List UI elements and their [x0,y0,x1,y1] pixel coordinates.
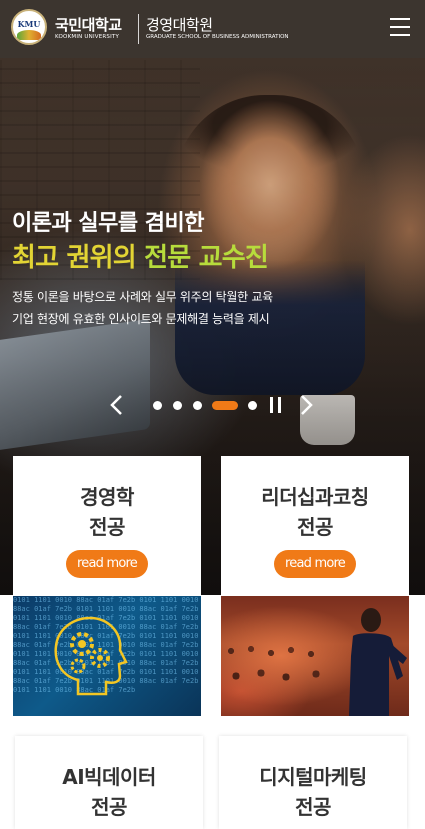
major-title-line1: AI빅데이터 [62,765,156,789]
major-title: AI빅데이터 전공 [15,762,203,822]
hero-headline-line2: 최고 권위의 전문 교수진 [12,237,269,274]
pause-icon [270,397,273,413]
audience-crowd [221,641,341,716]
major-image-speaker[interactable] [221,596,409,716]
slider-pause-button[interactable] [269,397,283,413]
major-card-leadership-coaching[interactable]: 리더십과코칭 전공 read more [221,456,409,596]
chevron-left-icon [110,395,122,415]
hamburger-menu-icon[interactable] [388,16,412,38]
hero-headline-line1: 이론과 실무를 겸비한 [12,211,204,236]
slider-dot-4-active[interactable] [212,401,238,410]
school-name-ko[interactable]: 경영대학원 [146,14,213,35]
major-image-ai[interactable]: 0101 1101 0010 88ac 01af 7e2b 0101 1101 … [13,596,201,716]
slider-dot-3[interactable] [193,401,202,410]
hero-headline-highlight-1: 최고 권위의 [12,243,145,273]
speaker-silhouette [349,608,407,716]
hero-description-line1: 정통 이론을 바탕으로 사례와 실무 위주의 탁월한 교육 [12,290,273,304]
logo-divider [138,14,139,44]
chevron-right-icon [301,395,313,415]
major-title-line1: 경영학 [80,485,134,509]
university-name-ko[interactable]: 국민대학교 [55,14,122,35]
emblem-text: KMU [17,19,41,29]
hero-description: 정통 이론을 바탕으로 사례와 실무 위주의 탁월한 교육 기업 현장에 유효한… [12,286,273,330]
major-title-line2: 전공 [295,795,331,819]
major-card-digital-marketing[interactable]: 디지털마케팅 전공 [219,736,407,829]
university-name-en: KOOKMIN UNIVERSITY [55,34,120,40]
brain-gears-icon [54,616,128,696]
slider-next-button[interactable] [297,394,315,416]
major-card-ai-bigdata[interactable]: AI빅데이터 전공 [15,736,203,829]
hero-headline-highlight-2: 전문 교수진 [144,243,269,273]
major-title-line1: 리더십과코칭 [261,485,369,509]
major-title: 디지털마케팅 전공 [219,762,407,822]
major-title-line2: 전공 [91,795,127,819]
hero-description-line2: 기업 현장에 유효한 인사이트와 문제해결 능력을 제시 [12,312,270,326]
emblem-leaf [17,30,41,40]
major-card-business[interactable]: 경영학 전공 read more [13,456,201,596]
university-emblem-icon[interactable]: KMU [11,9,47,45]
slider-dot-2[interactable] [173,401,182,410]
site-header: KMU 국민대학교 KOOKMIN UNIVERSITY 경영대학원 GRADU… [0,0,425,58]
slider-prev-button[interactable] [108,394,126,416]
read-more-button[interactable]: read more [274,550,356,578]
school-name-en: GRADUATE SCHOOL OF BUSINESS ADMINISTRATI… [146,34,289,40]
slider-dot-1[interactable] [153,401,162,410]
major-title: 리더십과코칭 전공 [221,482,409,542]
major-title-line1: 디지털마케팅 [259,765,367,789]
major-title: 경영학 전공 [13,482,201,542]
major-title-line2: 전공 [297,515,333,539]
read-more-button[interactable]: read more [66,550,148,578]
slider-dot-5[interactable] [248,401,257,410]
major-title-line2: 전공 [89,515,125,539]
